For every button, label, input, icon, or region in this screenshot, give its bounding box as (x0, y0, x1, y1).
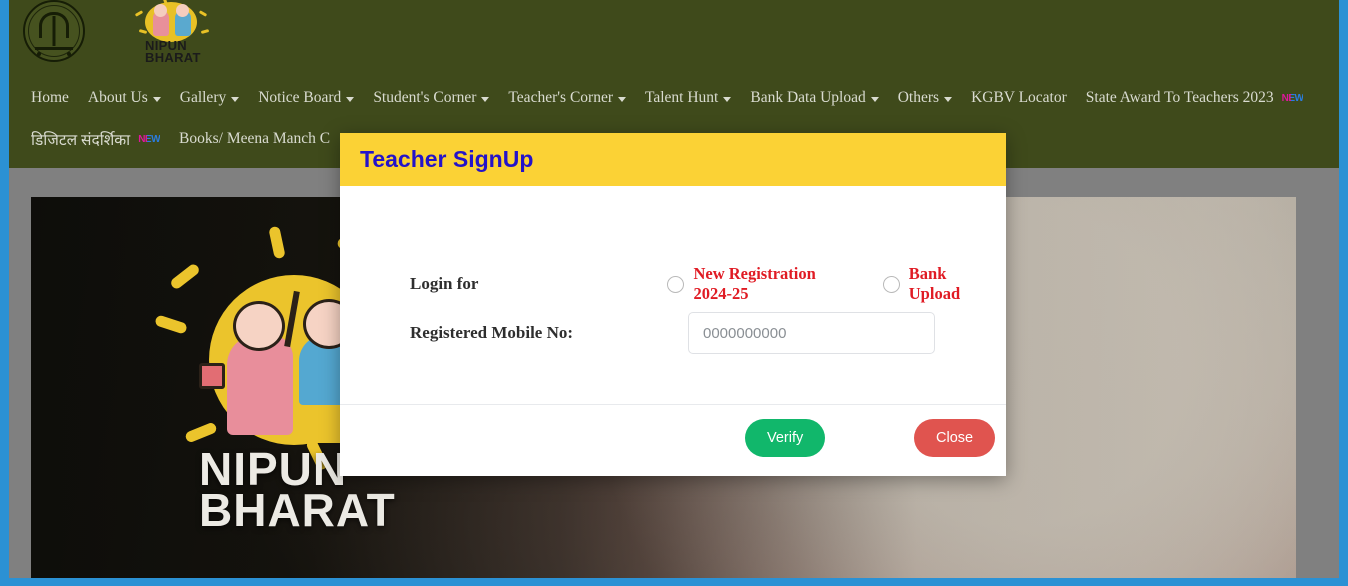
nav-item-books-meena-manch-c[interactable]: Books/ Meena Manch C (179, 130, 330, 148)
radio-button-icon[interactable] (667, 275, 685, 293)
login-for-row: Login for New Registration 2024-25 Bank U… (410, 264, 1006, 304)
radio-option-label: New Registration 2024-25 (693, 264, 816, 303)
nav-item-label: डिजिटल संदर्शिका (31, 132, 131, 149)
nav-item-label: About Us (87, 89, 148, 106)
nav-item-teacher-s-corner[interactable]: Teacher's Corner (508, 89, 626, 107)
chevron-down-icon (481, 96, 490, 102)
chevron-down-icon (231, 96, 240, 102)
nav-item-label: State Award To Teachers 2023 (1085, 89, 1274, 106)
verify-button[interactable]: Verify (745, 419, 826, 457)
nav-item-talent-hunt[interactable]: Talent Hunt (644, 89, 732, 107)
nav-item-student-s-corner[interactable]: Student's Corner (373, 89, 490, 107)
radio-option-label: Bank Upload (908, 264, 961, 303)
chevron-down-icon (723, 96, 732, 102)
registered-mobile-label: Registered Mobile No: (410, 323, 574, 342)
modal-header: Teacher SignUp (340, 133, 1006, 186)
nav-item-gallery[interactable]: Gallery (179, 89, 240, 107)
nav-item-about-us[interactable]: About Us (88, 89, 161, 107)
chevron-down-icon (944, 96, 953, 102)
nav-item-label: Books/ Meena Manch C (179, 130, 331, 147)
nav-item-label: Talent Hunt (644, 89, 719, 106)
new-badge: NEW (138, 133, 161, 145)
nav-item-label: Others (897, 89, 940, 106)
chevron-down-icon (152, 96, 161, 102)
nav-item-state-award-to-teachers-2023[interactable]: State Award To Teachers 2023 NEW (1086, 89, 1304, 107)
nav-item-others[interactable]: Others (897, 89, 953, 107)
nav-item-label: KGBV Locator (971, 89, 1067, 106)
modal-body: Login for New Registration 2024-25 Bank U… (340, 186, 1006, 404)
logo-row: NIPUN BHARAT (23, 0, 215, 78)
login-for-radio-group: New Registration 2024-25 Bank Upload (667, 264, 1006, 304)
nav-item-label: Teacher's Corner (508, 89, 613, 106)
radio-option-1[interactable]: New Registration 2024-25 (667, 264, 857, 304)
nav-item-label: Gallery (179, 89, 227, 106)
login-for-label: Login for (410, 274, 479, 293)
modal-title: Teacher SignUp (360, 146, 534, 172)
nipun-logo-wordmark: NIPUN BHARAT (145, 38, 201, 65)
government-emblem-icon (23, 0, 85, 62)
registered-mobile-input[interactable] (688, 312, 935, 354)
page-frame: NIPUN BHARAT Home About Us Gallery Notice B… (9, 0, 1339, 578)
new-badge: NEW (1281, 92, 1304, 104)
registered-mobile-row: Registered Mobile No: (410, 312, 935, 354)
nav-item-notice-board[interactable]: Notice Board (258, 89, 355, 107)
radio-button-icon[interactable] (882, 275, 900, 293)
modal-footer: Verify Close (340, 404, 1006, 476)
radio-option-2[interactable]: Bank Upload (882, 264, 992, 304)
nav-item-label: Home (31, 89, 69, 106)
nipun-bharat-logo[interactable]: NIPUN BHARAT (129, 0, 215, 72)
teacher-signup-modal: Teacher SignUp Login for New Registratio… (340, 133, 1006, 476)
nav-item-[interactable]: डिजिटल संदर्शिका NEW (31, 128, 161, 150)
nav-item-bank-data-upload[interactable]: Bank Data Upload (750, 89, 879, 107)
nav-item-home[interactable]: Home (31, 89, 69, 107)
close-button[interactable]: Close (914, 419, 996, 457)
secondary-navigation: डिजिटल संदर्शिका NEW Books/ Meena Manch C (31, 128, 349, 150)
chevron-down-icon (617, 96, 626, 102)
chevron-down-icon (346, 96, 355, 102)
nav-item-label: Notice Board (258, 89, 342, 106)
primary-navigation: Home About Us Gallery Notice Board Student's… (31, 89, 1322, 107)
nav-item-label: Student's Corner (373, 89, 477, 106)
chevron-down-icon (870, 96, 879, 102)
nav-item-kgbv-locator[interactable]: KGBV Locator (971, 89, 1067, 107)
nav-item-label: Bank Data Upload (750, 89, 866, 106)
